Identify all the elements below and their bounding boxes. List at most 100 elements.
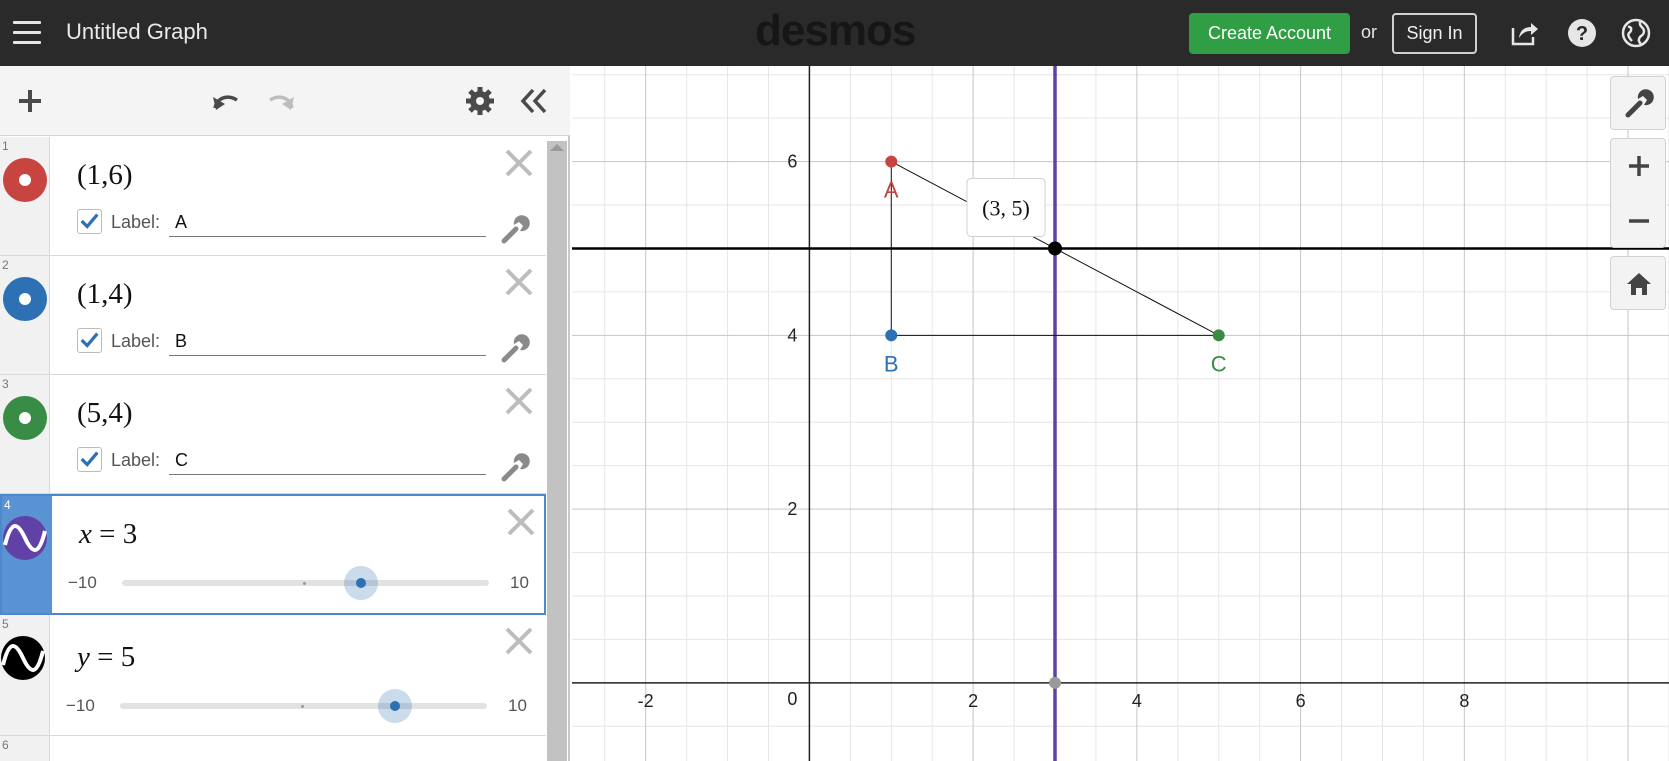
gear-icon[interactable] [463, 84, 497, 118]
expression-toolbar [0, 66, 570, 136]
tick-label: 6 [1296, 691, 1306, 711]
slider-midpoint [303, 582, 306, 585]
tick-label: 8 [1459, 691, 1469, 711]
expression-math[interactable]: y = 5 [77, 641, 135, 674]
slider-thumb[interactable] [378, 689, 413, 723]
major-grid [572, 66, 1669, 761]
expression-row-empty[interactable]: 6 [0, 736, 546, 761]
slider-thumb[interactable] [343, 566, 378, 600]
expression-math[interactable]: x = 3 [79, 518, 137, 551]
label-checkbox[interactable] [77, 209, 102, 234]
zoom-out-icon[interactable] [1611, 194, 1667, 249]
expression-index: 4 [4, 498, 11, 512]
graph-style-icon[interactable] [2, 515, 48, 561]
point-b [885, 329, 898, 342]
home-icon [1627, 273, 1651, 295]
label-prefix: Label: [111, 212, 161, 232]
slider-max[interactable]: 10 [508, 696, 527, 716]
expression-row[interactable]: 1 (1,6) Label: A [0, 137, 546, 256]
expression-math[interactable]: (5,4) [77, 397, 133, 430]
scrollbar[interactable] [547, 141, 567, 761]
slider-track[interactable] [122, 566, 489, 600]
graph-style-icon[interactable] [0, 635, 46, 681]
point-a [885, 155, 898, 168]
x-intercept-point [1049, 676, 1062, 689]
expression-row[interactable]: 2 (1,4) Label: B [0, 256, 546, 375]
label-input[interactable]: C [169, 445, 486, 475]
tick-label: 0 [787, 689, 797, 709]
point-c [1212, 329, 1225, 342]
expression-index: 2 [2, 258, 9, 272]
expression-gutter: 5 [0, 615, 50, 735]
share-icon[interactable] [1508, 17, 1540, 49]
expression-row[interactable]: 3 (5,4) Label: C [0, 375, 546, 494]
point-style-icon[interactable] [2, 276, 48, 322]
desmos-logo: desmos [755, 6, 916, 55]
label-input[interactable]: A [169, 207, 486, 237]
expression-gutter: 1 [0, 137, 50, 255]
tick-label: 2 [968, 691, 978, 711]
slider-min[interactable]: −10 [68, 573, 97, 593]
slider-midpoint [301, 705, 304, 708]
redo-icon[interactable] [264, 84, 298, 118]
expression-math[interactable]: (1,4) [77, 278, 133, 311]
label-checkbox[interactable] [77, 447, 102, 472]
math-variable: y [77, 641, 90, 673]
axes [572, 66, 1669, 761]
slider-max[interactable]: 10 [510, 573, 529, 593]
intersection-label: (3, 5) [982, 195, 1030, 220]
expression-index: 3 [2, 377, 9, 391]
expression-panel: 1 (1,6) Label: A 2 (1,4) Label: B 3 (5,4… [0, 66, 570, 761]
zoom-in-icon[interactable] [1611, 139, 1667, 194]
math-value: = 3 [91, 518, 138, 550]
label-input[interactable]: B [169, 326, 486, 356]
wrench-icon[interactable] [500, 451, 532, 483]
expression-index: 1 [2, 139, 9, 153]
expression-index: 6 [2, 738, 9, 752]
tick-label: 4 [787, 325, 797, 345]
help-icon[interactable]: ? [1566, 17, 1598, 49]
scroll-up-arrow[interactable] [550, 144, 564, 151]
close-icon[interactable] [503, 625, 535, 657]
double-chevron-left-icon[interactable] [517, 84, 551, 118]
close-icon[interactable] [503, 385, 535, 417]
point-style-icon[interactable] [2, 157, 48, 203]
or-text: or [1361, 22, 1378, 42]
wrench-icon[interactable] [500, 332, 532, 364]
graph-canvas[interactable]: -2 2 4 6 8 2 4 6 0 A B C (3, 5) [572, 66, 1669, 761]
label-prefix: Label: [111, 331, 161, 351]
close-icon[interactable] [505, 506, 537, 538]
plus-icon[interactable] [13, 84, 47, 118]
graph-title[interactable]: Untitled Graph [66, 19, 208, 45]
graph-svg[interactable]: -2 2 4 6 8 2 4 6 0 A B C (3, 5) [572, 66, 1669, 761]
graph-settings-button[interactable] [1610, 76, 1666, 130]
close-icon[interactable] [503, 266, 535, 298]
create-account-button[interactable]: Create Account [1189, 13, 1350, 54]
slider[interactable]: −10 10 [64, 689, 534, 723]
zoom-controls [1610, 138, 1666, 248]
slider[interactable]: −10 10 [66, 566, 536, 600]
hamburger-icon[interactable] [13, 21, 41, 45]
globe-icon[interactable] [1620, 17, 1652, 49]
expression-row[interactable]: 5 y = 5 −10 10 [0, 615, 546, 736]
point-style-icon[interactable] [2, 395, 48, 441]
intersection-point [1048, 241, 1063, 256]
home-button[interactable] [1610, 256, 1666, 310]
expression-row-selected[interactable]: 4 x = 3 −10 10 [0, 494, 546, 615]
point-label-c: C [1211, 351, 1227, 376]
expression-gutter: 2 [0, 256, 50, 374]
graph-shapes: A B C (3, 5) [572, 66, 1669, 761]
wrench-icon[interactable] [500, 213, 532, 245]
slider-track[interactable] [120, 689, 487, 723]
point-label-b: B [884, 351, 899, 376]
label-checkbox[interactable] [77, 328, 102, 353]
math-value: = 5 [89, 641, 136, 673]
slider-min[interactable]: −10 [66, 696, 95, 716]
sign-in-button[interactable]: Sign In [1392, 13, 1477, 54]
tick-label: -2 [638, 691, 654, 711]
undo-icon[interactable] [209, 84, 243, 118]
expression-math[interactable]: (1,6) [77, 159, 133, 192]
point-label-a: A [884, 178, 899, 203]
expression-gutter: 4 [2, 496, 52, 613]
close-icon[interactable] [503, 147, 535, 179]
